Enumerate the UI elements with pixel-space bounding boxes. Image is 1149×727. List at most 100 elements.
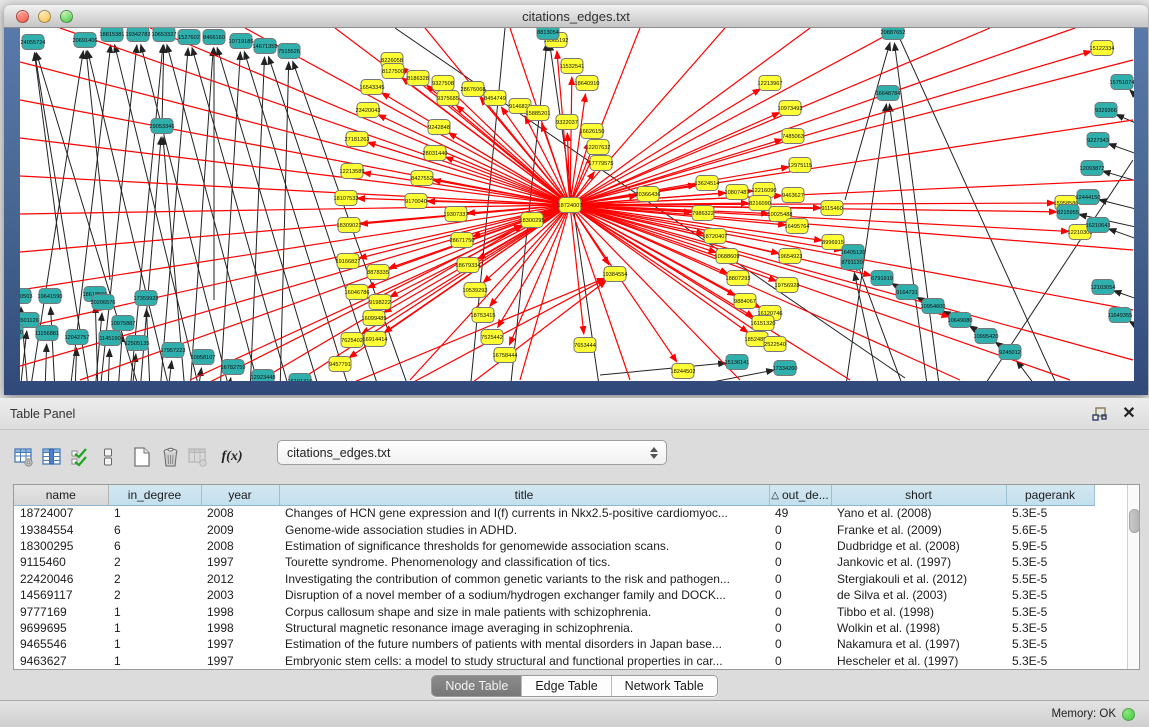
- graph-node[interactable]: 20206576: [91, 295, 116, 310]
- table-cell[interactable]: Structural magnetic resonance image aver…: [279, 620, 769, 636]
- column-header-short[interactable]: short: [831, 485, 1006, 505]
- column-header-year[interactable]: year: [201, 485, 279, 505]
- function-builder-icon[interactable]: f(x): [221, 446, 243, 468]
- table-cell[interactable]: 5.3E-5: [1006, 505, 1094, 521]
- table-cell[interactable]: 18724007: [14, 505, 108, 521]
- table-cell[interactable]: 5.3E-5: [1006, 636, 1094, 652]
- table-cell[interactable]: 5.6E-5: [1006, 521, 1094, 537]
- new-column-icon[interactable]: [131, 446, 153, 468]
- table-cell[interactable]: 6: [108, 521, 201, 537]
- graph-node[interactable]: 29053346: [150, 119, 175, 134]
- graph-node[interactable]: 19756928: [775, 278, 800, 293]
- graph-node[interactable]: 18724007: [558, 198, 583, 213]
- table-cell[interactable]: 5.3E-5: [1006, 603, 1094, 619]
- table-cell[interactable]: 5.3E-5: [1006, 554, 1094, 570]
- table-row[interactable]: 946362711997Embryonic stem cells: a mode…: [14, 653, 1127, 669]
- graph-node[interactable]: 16495764: [785, 219, 810, 234]
- network-canvas[interactable]: 1872400719565192115325411864091093220371…: [20, 28, 1134, 381]
- table-scrollbar[interactable]: [1127, 485, 1139, 669]
- node-table[interactable]: namein_degreeyeartitle△out_de...shortpag…: [14, 485, 1127, 669]
- table-cell[interactable]: Tourette syndrome. Phenomenology and cla…: [279, 554, 769, 570]
- graph-node[interactable]: 10954600: [921, 299, 946, 314]
- table-cell[interactable]: Hescheler et al. (1997): [831, 653, 1006, 669]
- graph-node[interactable]: 16626150: [580, 124, 605, 139]
- table-row[interactable]: 1938455462009Genome-wide association stu…: [14, 521, 1127, 537]
- graph-node[interactable]: 7525442: [481, 330, 503, 345]
- graph-node[interactable]: 15136141: [725, 355, 750, 370]
- table-cell[interactable]: Yano et al. (2008): [831, 505, 1006, 521]
- graph-node[interactable]: 9375685: [437, 91, 459, 106]
- table-cell[interactable]: 1: [108, 505, 201, 521]
- table-cell[interactable]: 0: [769, 571, 831, 587]
- graph-node[interactable]: 9327508: [432, 76, 454, 91]
- graph-node[interactable]: 8127500: [382, 64, 404, 79]
- column-header-title[interactable]: title: [279, 485, 769, 505]
- graph-node[interactable]: 18107533: [334, 191, 359, 206]
- table-cell[interactable]: 0: [769, 653, 831, 669]
- graph-node[interactable]: 8216090: [749, 196, 771, 211]
- table-cell[interactable]: 1: [108, 653, 201, 669]
- graph-node[interactable]: 12213967: [758, 76, 783, 91]
- graph-node[interactable]: 8501126: [20, 313, 39, 328]
- table-cell[interactable]: 0: [769, 538, 831, 554]
- graph-node[interactable]: 12923448: [251, 370, 276, 382]
- table-row[interactable]: 1456911722003Disruption of a novel membe…: [14, 587, 1127, 603]
- table-cell[interactable]: 2: [108, 587, 201, 603]
- table-row[interactable]: 946554611997Estimation of the future num…: [14, 636, 1127, 652]
- graph-node[interactable]: 10649080: [948, 313, 973, 328]
- graph-node[interactable]: 7515526: [278, 44, 300, 59]
- column-header-out-de-[interactable]: △out_de...: [769, 485, 831, 505]
- graph-node[interactable]: 19166827: [336, 254, 361, 269]
- graph-node[interactable]: 16099489: [362, 311, 387, 326]
- table-cell[interactable]: 6: [108, 538, 201, 554]
- table-cell[interactable]: 0: [769, 521, 831, 537]
- graph-node[interactable]: 9463627: [782, 188, 804, 203]
- graph-node[interactable]: 8454749: [484, 91, 506, 106]
- graph-node[interactable]: 20887652: [881, 28, 906, 40]
- table-cell[interactable]: Corpus callosum shape and size in male p…: [279, 603, 769, 619]
- graph-node[interactable]: 9457791: [329, 357, 351, 372]
- graph-node[interactable]: 16405120: [841, 245, 866, 260]
- table-cell[interactable]: 9699695: [14, 620, 108, 636]
- table-cell[interactable]: Tibbo et al. (1998): [831, 603, 1006, 619]
- table-cell[interactable]: 1998: [201, 620, 279, 636]
- table-cell[interactable]: 5.3E-5: [1006, 620, 1094, 636]
- table-cell[interactable]: 14569117: [14, 587, 108, 603]
- graph-node[interactable]: 18815381: [100, 28, 125, 42]
- graph-node[interactable]: 18807293: [726, 271, 751, 286]
- graph-node[interactable]: 8186328: [407, 71, 429, 86]
- graph-node[interactable]: 19384554: [603, 267, 628, 282]
- graph-node[interactable]: 10719185: [229, 34, 254, 49]
- graph-node[interactable]: 8215955: [1057, 205, 1079, 220]
- table-cell[interactable]: 1997: [201, 636, 279, 652]
- table-mode-icon[interactable]: [13, 446, 35, 468]
- graph-node[interactable]: 16151320: [751, 316, 776, 331]
- graph-node[interactable]: 16914414: [363, 332, 388, 347]
- table-cell[interactable]: Stergiakouli et al. (2012): [831, 571, 1006, 587]
- graph-node[interactable]: 12975115: [788, 158, 812, 173]
- table-row[interactable]: 2242004622012Investigating the contribut…: [14, 571, 1127, 587]
- graph-node[interactable]: 8427552: [411, 171, 433, 186]
- graph-node[interactable]: 9884067: [734, 294, 756, 309]
- graph-node[interactable]: 12093872: [1080, 161, 1105, 176]
- graph-node[interactable]: 9115460: [821, 201, 843, 216]
- table-row[interactable]: 911546021997Tourette syndrome. Phenomeno…: [14, 554, 1127, 570]
- graph-node[interactable]: 10995420: [974, 329, 999, 344]
- table-row[interactable]: 1872400712008Changes of HCN gene express…: [14, 505, 1127, 521]
- graph-node[interactable]: 17779575: [589, 156, 614, 171]
- graph-node[interactable]: 18309021: [337, 218, 362, 233]
- graph-node[interactable]: 18720407: [703, 229, 728, 244]
- scrollbar-thumb[interactable]: [1129, 509, 1140, 533]
- table-cell[interactable]: 9463627: [14, 653, 108, 669]
- graph-node[interactable]: 12103054: [1091, 280, 1116, 295]
- table-cell[interactable]: Embryonic stem cells: a model to study s…: [279, 653, 769, 669]
- table-cell[interactable]: 1: [108, 636, 201, 652]
- table-cell[interactable]: Estimation of the future numbers of pati…: [279, 636, 769, 652]
- graph-node[interactable]: 20366436: [636, 187, 661, 202]
- graph-node[interactable]: 1145190: [99, 331, 121, 346]
- table-cell[interactable]: 49: [769, 505, 831, 521]
- graph-node[interactable]: 19307337: [444, 207, 469, 222]
- graph-node[interactable]: 10653327: [152, 28, 177, 42]
- table-cell[interactable]: 5.9E-5: [1006, 538, 1094, 554]
- table-cell[interactable]: 5.3E-5: [1006, 587, 1094, 603]
